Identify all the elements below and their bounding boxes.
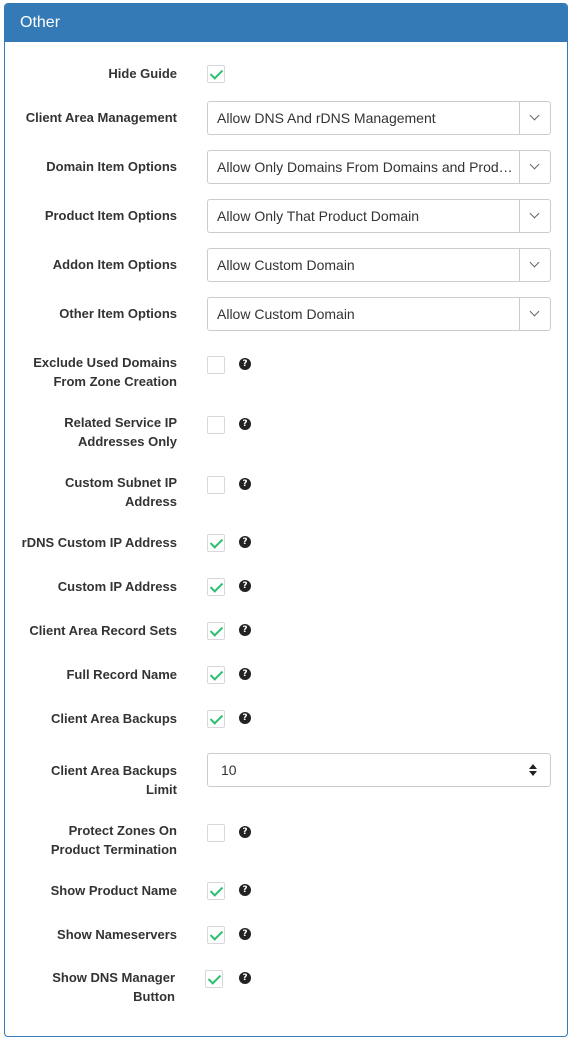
exclude-used-domains-label-line1: Exclude Used Domains: [33, 355, 177, 370]
rdns-custom-ip-label: rDNS Custom IP Address: [21, 535, 177, 550]
protect-zones-label: Protect Zones On Product Termination: [7, 821, 177, 859]
other-item-options-label: Other Item Options: [59, 306, 177, 321]
client-area-backups-limit-label-line1: Client Area Backups: [51, 763, 177, 778]
question-circle-icon[interactable]: ?: [239, 624, 251, 636]
panel-title: Other: [5, 4, 567, 42]
chevron-down-icon: [519, 249, 550, 281]
product-item-options-select[interactable]: Allow Only That Product Domain: [207, 199, 551, 233]
client-area-backups-limit-label-line2: Limit: [145, 782, 177, 797]
custom-subnet-ip-label-line2: Address: [124, 494, 177, 509]
addon-item-options-label: Addon Item Options: [52, 257, 177, 272]
client-area-management-value: Allow DNS And rDNS Management: [217, 110, 436, 126]
domain-item-options-label: Domain Item Options: [46, 159, 177, 174]
full-record-name-checkbox[interactable]: [207, 666, 225, 684]
custom-subnet-ip-label: Custom Subnet IP Address: [7, 473, 177, 511]
question-circle-icon[interactable]: ?: [239, 418, 251, 430]
question-circle-icon[interactable]: ?: [239, 826, 251, 838]
other-item-options-value: Allow Custom Domain: [217, 306, 355, 322]
question-circle-icon[interactable]: ?: [239, 972, 251, 984]
question-circle-icon[interactable]: ?: [239, 712, 251, 724]
question-circle-icon[interactable]: ?: [239, 478, 251, 490]
client-area-backups-label: Client Area Backups: [51, 711, 177, 726]
hide-guide-checkbox[interactable]: [207, 65, 225, 83]
domain-item-options-value: Allow Only Domains From Domains and Prod…: [217, 159, 514, 175]
product-item-options-label: Product Item Options: [44, 208, 177, 223]
exclude-used-domains-label-line2: From Zone Creation: [53, 374, 177, 389]
question-circle-icon[interactable]: ?: [239, 536, 251, 548]
related-service-ip-label-line2: Addresses Only: [78, 434, 177, 449]
client-area-backups-limit-value: 10: [221, 762, 237, 778]
show-dns-manager-button-checkbox[interactable]: [205, 970, 223, 988]
rdns-custom-ip-checkbox[interactable]: [207, 534, 225, 552]
question-circle-icon[interactable]: ?: [239, 928, 251, 940]
client-area-record-sets-checkbox[interactable]: [207, 622, 225, 640]
client-area-management-select[interactable]: Allow DNS And rDNS Management: [207, 101, 551, 135]
addon-item-options-value: Allow Custom Domain: [217, 257, 355, 273]
protect-zones-label-line2: Product Termination: [50, 842, 177, 857]
exclude-used-domains-label: Exclude Used Domains From Zone Creation: [7, 353, 177, 391]
related-service-ip-label-line1: Related Service IP: [64, 415, 177, 430]
chevron-down-icon: [519, 102, 550, 134]
other-item-options-select[interactable]: Allow Custom Domain: [207, 297, 551, 331]
show-dns-manager-button-label-line1: Show DNS Manager: [52, 970, 175, 985]
question-circle-icon[interactable]: ?: [239, 358, 251, 370]
other-settings-panel: Other Hide Guide Client Area Management …: [4, 3, 568, 1037]
question-circle-icon[interactable]: ?: [239, 884, 251, 896]
show-dns-manager-button-label: Show DNS Manager Button: [5, 968, 175, 1006]
question-circle-icon[interactable]: ?: [239, 668, 251, 680]
protect-zones-checkbox[interactable]: [207, 824, 225, 842]
chevron-down-icon: [519, 298, 550, 330]
domain-item-options-select[interactable]: Allow Only Domains From Domains and Prod…: [207, 150, 551, 184]
client-area-backups-checkbox[interactable]: [207, 710, 225, 728]
spinner-up-icon[interactable]: [529, 764, 537, 769]
show-nameservers-label: Show Nameservers: [57, 927, 177, 942]
client-area-backups-limit-label: Client Area Backups Limit: [7, 761, 177, 799]
product-item-options-value: Allow Only That Product Domain: [217, 208, 420, 224]
client-area-backups-limit-input[interactable]: 10: [207, 753, 551, 787]
chevron-down-icon: [519, 151, 550, 183]
addon-item-options-select[interactable]: Allow Custom Domain: [207, 248, 551, 282]
show-nameservers-checkbox[interactable]: [207, 926, 225, 944]
show-product-name-label: Show Product Name: [50, 883, 177, 898]
spinner-down-icon[interactable]: [529, 771, 537, 776]
custom-subnet-ip-checkbox[interactable]: [207, 476, 225, 494]
hide-guide-label: Hide Guide: [108, 66, 177, 81]
related-service-ip-label: Related Service IP Addresses Only: [7, 413, 177, 451]
protect-zones-label-line1: Protect Zones On: [68, 823, 177, 838]
spinner-arrows-icon[interactable]: [529, 764, 537, 776]
show-product-name-checkbox[interactable]: [207, 882, 225, 900]
chevron-down-icon: [519, 200, 550, 232]
custom-ip-address-checkbox[interactable]: [207, 578, 225, 596]
question-circle-icon[interactable]: ?: [239, 580, 251, 592]
exclude-used-domains-checkbox[interactable]: [207, 356, 225, 374]
custom-subnet-ip-label-line1: Custom Subnet IP: [65, 475, 177, 490]
client-area-management-label: Client Area Management: [25, 110, 177, 125]
full-record-name-label: Full Record Name: [66, 667, 177, 682]
show-dns-manager-button-label-line2: Button: [133, 989, 175, 1004]
related-service-ip-checkbox[interactable]: [207, 416, 225, 434]
client-area-record-sets-label: Client Area Record Sets: [29, 623, 177, 638]
custom-ip-address-label: Custom IP Address: [57, 579, 177, 594]
